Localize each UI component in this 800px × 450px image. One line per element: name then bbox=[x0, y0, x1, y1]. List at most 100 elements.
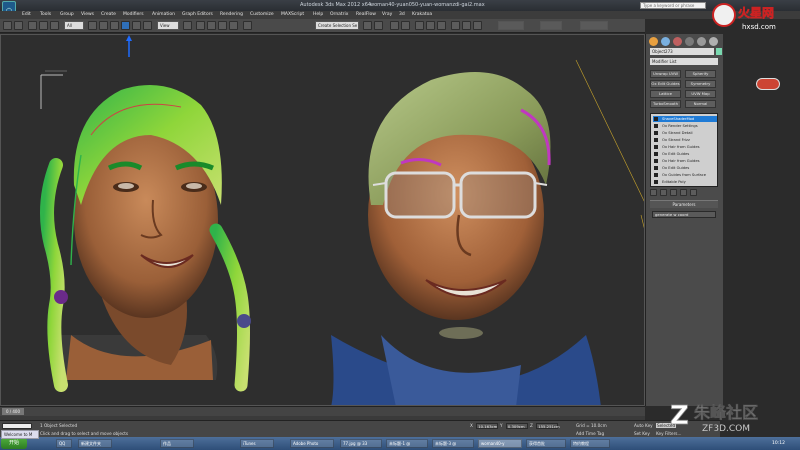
render-setup-icon[interactable] bbox=[451, 21, 460, 30]
select-object-icon[interactable] bbox=[88, 21, 97, 30]
rect-selection-icon[interactable] bbox=[110, 21, 119, 30]
task-item[interactable]: iTunes bbox=[240, 439, 274, 448]
button-b[interactable] bbox=[540, 21, 562, 30]
modify-tab-icon[interactable] bbox=[661, 37, 670, 46]
stack-item[interactable]: Ox Edit Guides bbox=[653, 165, 717, 171]
task-item[interactable]: 获得首批 bbox=[526, 439, 566, 448]
move-icon[interactable] bbox=[121, 21, 130, 30]
search-input[interactable]: Type a keyword or phrase bbox=[640, 2, 706, 9]
menu-views[interactable]: Views bbox=[81, 12, 94, 17]
stack-item[interactable]: Ox Hair from Guides bbox=[653, 158, 717, 164]
motion-tab-icon[interactable] bbox=[685, 37, 694, 46]
time-slider-knob[interactable]: 0 / 400 bbox=[2, 408, 24, 415]
time-slider[interactable]: 0 / 400 bbox=[0, 406, 645, 416]
modifier-button[interactable]: UVW Map bbox=[685, 90, 716, 98]
menu-modifiers[interactable]: Modifiers bbox=[123, 12, 144, 17]
schematic-icon[interactable] bbox=[426, 21, 435, 30]
menu-graph-editors[interactable]: Graph Editors bbox=[182, 12, 213, 17]
maxscript-listener[interactable] bbox=[2, 423, 32, 429]
undo-icon[interactable] bbox=[3, 21, 12, 30]
stack-bulb-icon[interactable] bbox=[654, 173, 658, 177]
link-icon[interactable] bbox=[28, 21, 37, 30]
menu-customize[interactable]: Customize bbox=[250, 12, 274, 17]
stack-bulb-icon[interactable] bbox=[654, 166, 658, 170]
layer-manager-icon[interactable] bbox=[390, 21, 399, 30]
render-frame-icon[interactable] bbox=[462, 21, 471, 30]
button-c[interactable] bbox=[580, 21, 608, 30]
angle-snap-icon[interactable] bbox=[207, 21, 216, 30]
make-unique-icon[interactable] bbox=[670, 189, 677, 196]
task-item[interactable]: woman40-y bbox=[478, 439, 522, 448]
select-by-name-icon[interactable] bbox=[99, 21, 108, 30]
display-tab-icon[interactable] bbox=[697, 37, 706, 46]
stack-item[interactable]: ShaveShaderMod bbox=[653, 116, 717, 122]
auto-key-label[interactable]: Auto Key bbox=[634, 423, 653, 428]
menu-group[interactable]: Group bbox=[60, 12, 74, 17]
menu-maxscript[interactable]: MAXScript bbox=[281, 12, 304, 17]
man-head-model[interactable] bbox=[331, 72, 601, 406]
y-field[interactable]: 0.309cm bbox=[505, 423, 528, 429]
modifier-button[interactable]: Symmetry bbox=[685, 80, 716, 88]
stack-bulb-icon[interactable] bbox=[654, 180, 658, 184]
menu-ornatrix[interactable]: Ornatrix bbox=[330, 12, 348, 17]
stack-bulb-icon[interactable] bbox=[654, 138, 658, 142]
menu-animation[interactable]: Animation bbox=[152, 12, 175, 17]
modifier-button[interactable]: Unwrap UVW bbox=[650, 70, 681, 78]
material-editor-icon[interactable] bbox=[437, 21, 446, 30]
menu-create[interactable]: Create bbox=[101, 12, 116, 17]
modifier-button[interactable]: Spherify bbox=[685, 70, 716, 78]
x-field[interactable]: 10.163cm bbox=[476, 423, 499, 429]
task-item[interactable]: Welcome to M bbox=[1, 430, 39, 439]
stack-item[interactable]: Editable Poly bbox=[653, 179, 717, 185]
task-item[interactable]: Adobe Photo bbox=[290, 439, 334, 448]
menu-rendering[interactable]: Rendering bbox=[220, 12, 243, 17]
show-end-result-icon[interactable] bbox=[660, 189, 667, 196]
stack-item[interactable]: Ox Render Settings bbox=[653, 123, 717, 129]
selection-filter-dropdown[interactable]: All bbox=[64, 21, 84, 30]
named-selection-dropdown[interactable]: Create Selection Se bbox=[315, 21, 359, 30]
start-button[interactable]: 开始 bbox=[1, 438, 27, 449]
task-item[interactable]: 新建文件夹 bbox=[78, 439, 112, 448]
stack-item[interactable]: Ox Strand Detail bbox=[653, 130, 717, 136]
stack-bulb-icon[interactable] bbox=[654, 152, 658, 156]
stack-bulb-icon[interactable] bbox=[654, 124, 658, 128]
woman-head-model[interactable] bbox=[40, 85, 251, 392]
configure-modifier-sets-icon[interactable] bbox=[690, 189, 697, 196]
scale-icon[interactable] bbox=[143, 21, 152, 30]
z-field[interactable]: 155.251cm bbox=[536, 423, 560, 429]
remove-modifier-icon[interactable] bbox=[680, 189, 687, 196]
modifier-button[interactable]: Ox Edit Guides bbox=[650, 80, 681, 88]
modifier-list-dropdown[interactable]: Modifier List bbox=[650, 58, 718, 65]
button-a[interactable] bbox=[498, 21, 524, 30]
stack-bulb-icon[interactable] bbox=[654, 159, 658, 163]
modifier-button[interactable]: Normal bbox=[685, 100, 716, 108]
graphite-icon[interactable] bbox=[401, 21, 410, 30]
perspective-viewport[interactable] bbox=[0, 34, 645, 406]
menu-tools[interactable]: Tools bbox=[40, 12, 51, 17]
stack-bulb-icon[interactable] bbox=[654, 117, 658, 121]
task-item[interactable]: 77.jpg @ 33 bbox=[340, 439, 382, 448]
edit-named-selection-icon[interactable] bbox=[243, 21, 252, 30]
menu-edit[interactable]: Edit bbox=[22, 12, 31, 17]
add-time-tag-button[interactable]: Add Time Tag bbox=[576, 431, 604, 436]
set-key-label[interactable]: Set Key bbox=[634, 431, 650, 436]
percent-snap-icon[interactable] bbox=[218, 21, 227, 30]
menu-vray[interactable]: Vray bbox=[382, 12, 392, 17]
menu-krakatoa[interactable]: Krakatoa bbox=[412, 12, 432, 17]
task-item[interactable]: 未标题-1 @ bbox=[386, 439, 428, 448]
rotate-icon[interactable] bbox=[132, 21, 141, 30]
utilities-tab-icon[interactable] bbox=[709, 37, 718, 46]
task-item[interactable]: 特约教程 bbox=[570, 439, 610, 448]
snap-icon[interactable] bbox=[196, 21, 205, 30]
bind-space-warp-icon[interactable] bbox=[50, 21, 59, 30]
menu-realflow[interactable]: RealFlow bbox=[356, 12, 376, 17]
stack-bulb-icon[interactable] bbox=[654, 145, 658, 149]
modifier-button[interactable]: TurboSmooth bbox=[650, 100, 681, 108]
stack-bulb-icon[interactable] bbox=[654, 131, 658, 135]
pivot-icon[interactable] bbox=[183, 21, 192, 30]
task-item[interactable]: QQ bbox=[56, 439, 72, 448]
task-item[interactable]: 作品 bbox=[160, 439, 194, 448]
mirror-icon[interactable] bbox=[363, 21, 372, 30]
modifier-button[interactable]: Lattice bbox=[650, 90, 681, 98]
stack-item[interactable]: Ox Edit Guides bbox=[653, 151, 717, 157]
